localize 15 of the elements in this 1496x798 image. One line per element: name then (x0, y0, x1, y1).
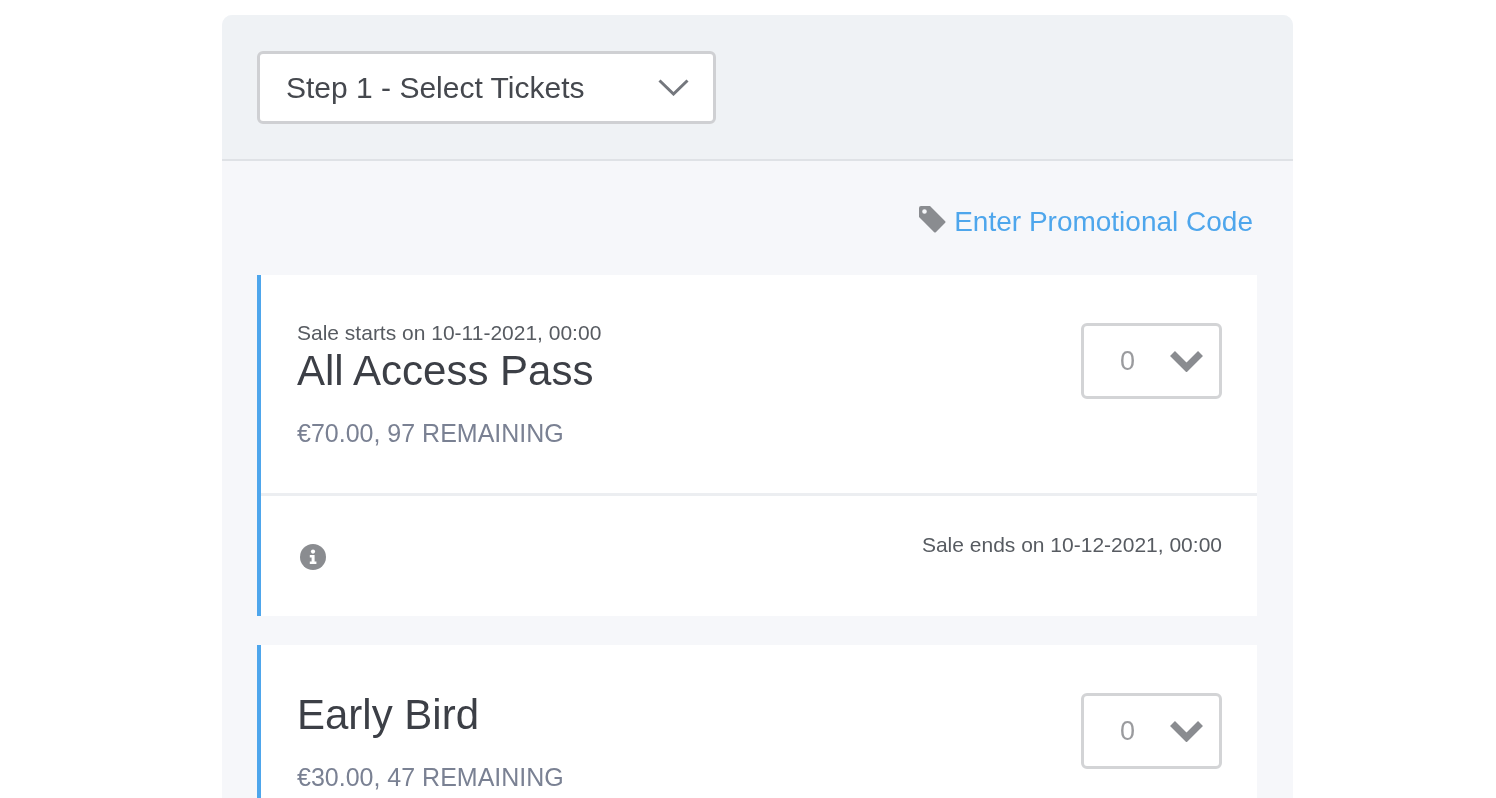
tag-icon (919, 205, 947, 233)
quantity-select[interactable]: 0 (1081, 323, 1222, 399)
ticket-name: All Access Pass (297, 346, 594, 396)
chevron-down-icon (1169, 350, 1205, 372)
chevron-down-icon (1169, 720, 1205, 742)
promo-code-link[interactable]: Enter Promotional Code (919, 204, 1253, 240)
quantity-select[interactable]: 0 (1081, 693, 1222, 769)
step-select[interactable]: Step 1 - Select Tickets (257, 51, 716, 124)
sale-start-text: Sale starts on 10-11-2021, 00:00 (297, 320, 602, 346)
info-icon (300, 544, 326, 570)
ticket-name: Early Bird (297, 690, 480, 740)
ticket-price-text: €30.00, 47 REMAINING (297, 762, 564, 792)
chevron-down-icon (658, 79, 689, 96)
ticket-price-text: €70.00, 97 REMAINING (297, 418, 564, 448)
sale-end-text: Sale ends on 10-12-2021, 00:00 (921, 532, 1222, 558)
